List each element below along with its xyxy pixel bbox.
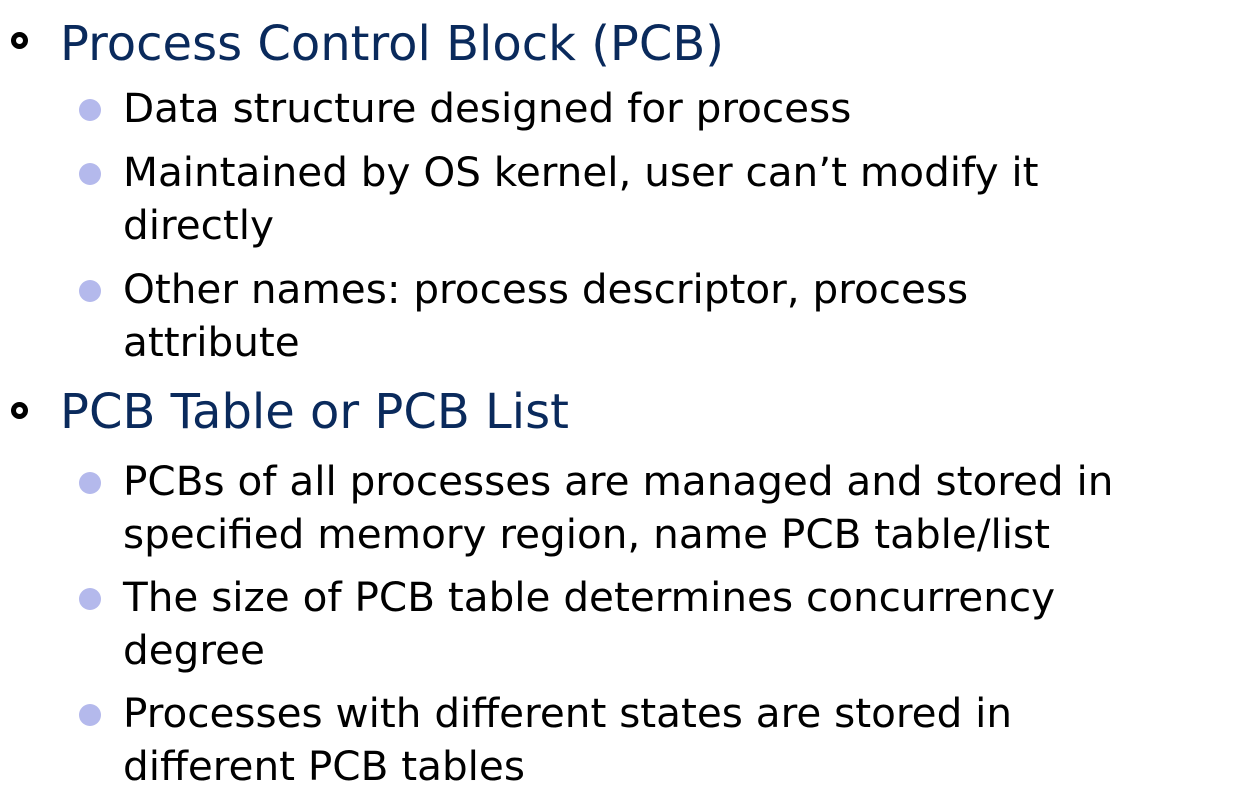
bullet-item: Data structure designed for process [79,82,1233,135]
filled-dot-bullet-icon [79,588,101,610]
bullet-text-line-1: Processes with different states are stor… [123,689,1013,737]
bullet-text-line-2: degree [123,626,265,674]
bullet-text-line-2: attribute [123,318,300,366]
bullet-item: Processes with different states are stor… [79,687,1233,793]
slide: Process Control Block (PCB) Data structu… [0,0,1248,792]
bullet-text-line-2: different PCB tables [123,742,525,790]
bullet-item: Other names: process descriptor, process… [79,263,1233,369]
filled-dot-bullet-icon [79,704,101,726]
hollow-circle-bullet-icon [11,32,28,49]
section-heading: PCB Table or PCB List [60,384,569,440]
section-heading: Process Control Block (PCB) [60,16,725,72]
bullet-item: PCBs of all processes are managed and st… [79,455,1233,561]
filled-dot-bullet-icon [79,472,101,494]
hollow-circle-bullet-icon [11,402,28,419]
bullet-text-line-1: PCBs of all processes are managed and st… [123,457,1114,505]
filled-dot-bullet-icon [79,280,101,302]
filled-dot-bullet-icon [79,99,101,121]
bullet-text-line-1: Other names: process descriptor, process [123,265,969,313]
bullet-item: The size of PCB table determines concurr… [79,571,1233,677]
bullet-text-line-1: Maintained by OS kernel, user can’t modi… [123,148,1039,196]
bullet-text-line-1: The size of PCB table determines concurr… [123,573,1056,621]
filled-dot-bullet-icon [79,163,101,185]
bullet-text-line-2: specified memory region, name PCB table/… [123,510,1050,558]
bullet-text-line-1: Data structure designed for process [123,84,852,132]
bullet-text-line-2: directly [123,201,275,249]
bullet-item: Maintained by OS kernel, user can’t modi… [79,146,1233,252]
